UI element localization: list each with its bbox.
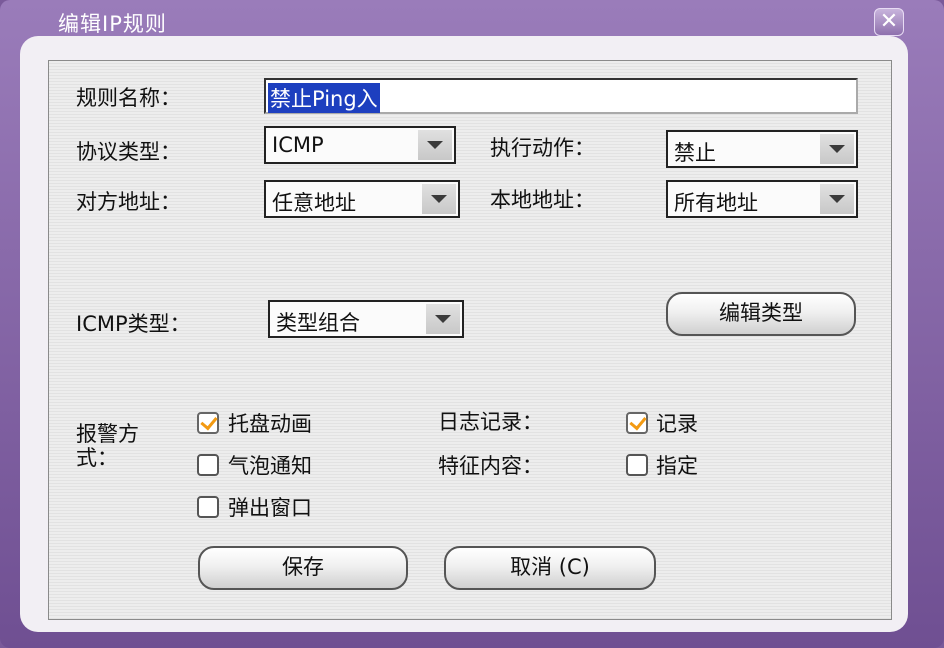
log-option-label: 记录 [656, 412, 698, 436]
protocol-value: ICMP [272, 133, 324, 157]
alert-option-0-label: 托盘动画 [228, 412, 312, 436]
chevron-down-icon[interactable] [422, 184, 456, 214]
icmp-type-select[interactable]: 类型组合 [268, 300, 464, 338]
remote-addr-label: 对方地址： [76, 190, 181, 214]
alert-option-2-label: 弹出窗口 [228, 496, 312, 520]
protocol-label: 协议类型： [76, 140, 181, 164]
local-addr-label: 本地地址： [490, 188, 595, 212]
alert-option-2-checkbox[interactable] [197, 496, 219, 518]
feature-option-label: 指定 [656, 454, 698, 478]
rule-name-input[interactable]: 禁止Ping入 [264, 78, 858, 114]
feature-label: 特征内容： [438, 454, 543, 478]
chevron-down-icon[interactable] [820, 184, 854, 214]
protocol-select[interactable]: ICMP [264, 126, 456, 164]
local-addr-select[interactable]: 所有地址 [666, 180, 858, 218]
action-select[interactable]: 禁止 [666, 130, 858, 168]
dialog-window: 编辑IP规则 ✕ 规则名称： 禁止Ping入 协议类型： ICMP 执行动作： … [0, 0, 944, 648]
log-checkbox[interactable] [626, 412, 648, 434]
chevron-down-icon[interactable] [426, 304, 460, 334]
save-button[interactable]: 保存 [198, 546, 408, 590]
chevron-down-icon[interactable] [820, 134, 854, 164]
title-bar[interactable]: 编辑IP规则 ✕ [0, 0, 944, 40]
alert-option-1-label: 气泡通知 [228, 454, 312, 478]
feature-checkbox[interactable] [626, 454, 648, 476]
action-value: 禁止 [674, 141, 716, 165]
icmp-type-label: ICMP类型： [76, 312, 191, 336]
remote-addr-value: 任意地址 [272, 191, 356, 215]
icmp-type-value: 类型组合 [276, 311, 360, 335]
alert-option-1-checkbox[interactable] [197, 454, 219, 476]
alert-label-cont: 式： [76, 446, 118, 470]
window-title: 编辑IP规则 [58, 12, 167, 36]
log-label: 日志记录： [438, 410, 543, 434]
rule-name-value: 禁止Ping入 [268, 83, 380, 113]
local-addr-value: 所有地址 [674, 191, 758, 215]
edit-type-button[interactable]: 编辑类型 [666, 292, 856, 336]
action-label: 执行动作： [490, 136, 595, 160]
alert-option-0-checkbox[interactable] [197, 412, 219, 434]
cancel-button[interactable]: 取消 (C) [444, 546, 656, 590]
rule-name-label: 规则名称： [76, 86, 181, 110]
chevron-down-icon[interactable] [418, 130, 452, 160]
remote-addr-select[interactable]: 任意地址 [264, 180, 460, 218]
close-icon[interactable]: ✕ [874, 8, 904, 36]
